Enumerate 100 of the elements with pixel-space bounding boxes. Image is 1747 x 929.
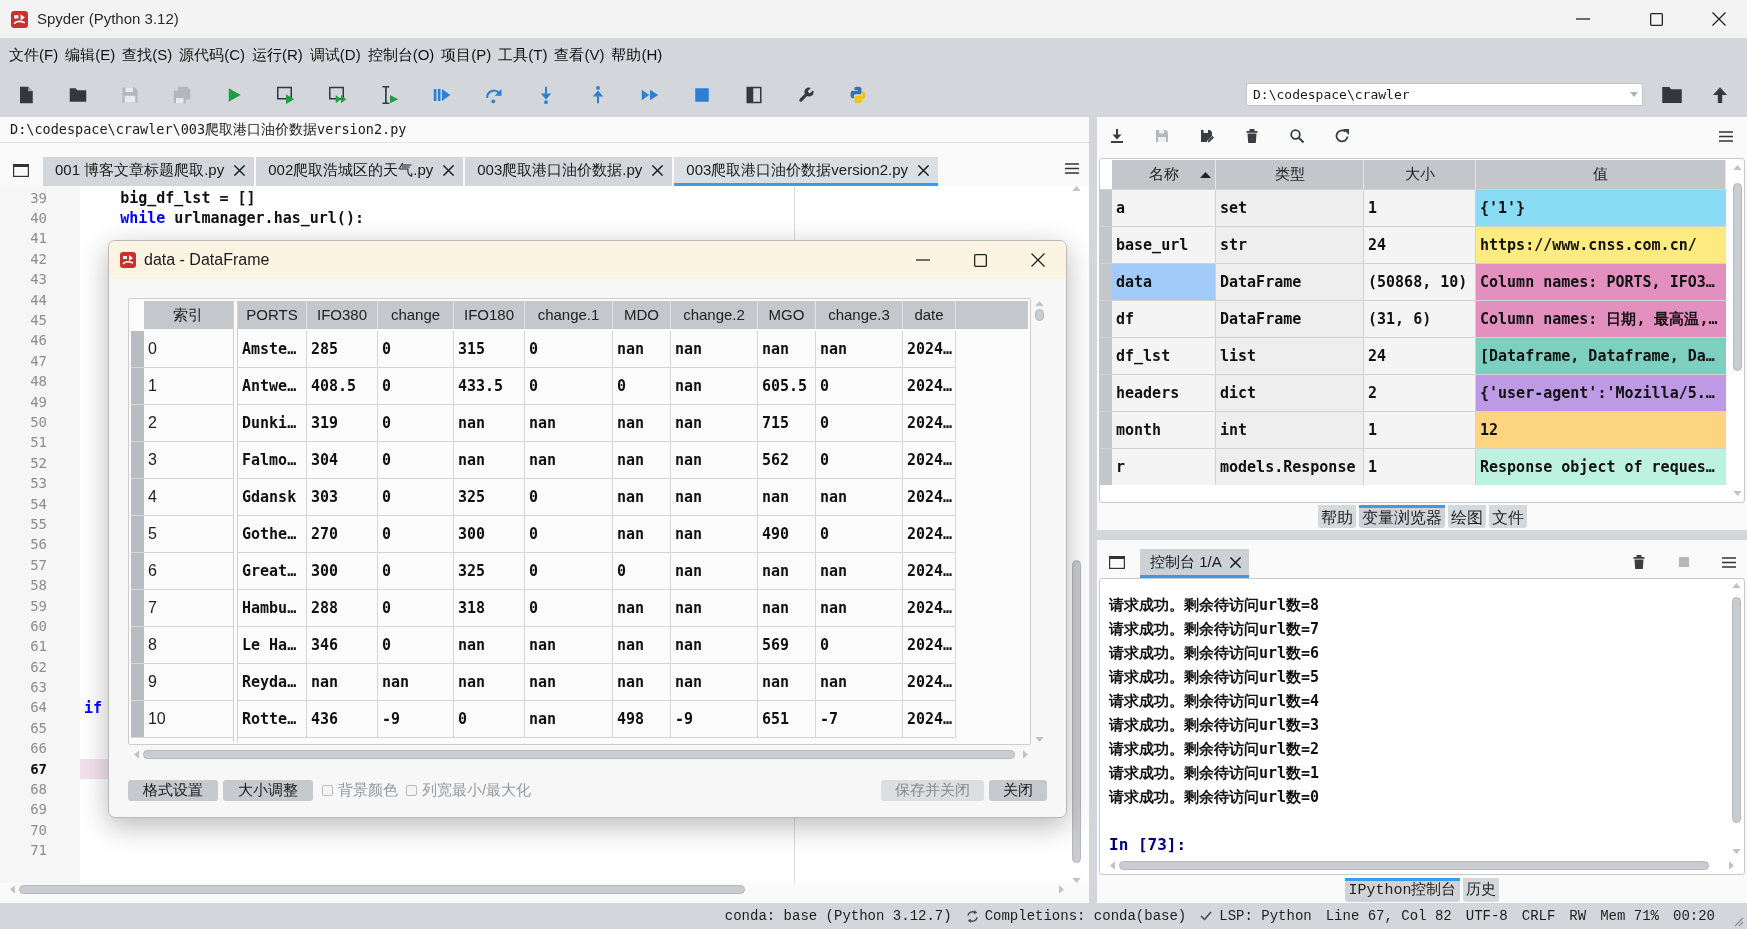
left-triangle-icon[interactable]	[134, 750, 139, 759]
panel-icon[interactable]	[745, 85, 763, 104]
down-triangle-icon[interactable]	[1072, 878, 1081, 883]
row-selector[interactable]	[1100, 301, 1112, 337]
column-header[interactable]: change.3	[816, 301, 903, 329]
scrollbar-thumb[interactable]	[1035, 309, 1044, 321]
menu-item[interactable]: 运行(R)	[252, 43, 303, 67]
pane-tab[interactable]: 历史	[1462, 878, 1499, 902]
scrollbar-thumb[interactable]	[1072, 560, 1081, 863]
scrollbar-thumb[interactable]	[1119, 860, 1709, 870]
dialog-button[interactable]: 大小调整	[223, 780, 313, 801]
minimize-icon[interactable]	[1576, 18, 1590, 20]
sort-arrow-icon[interactable]	[1200, 172, 1211, 178]
down-triangle-icon[interactable]	[1035, 737, 1044, 742]
row-selector[interactable]	[131, 701, 144, 738]
close-icon[interactable]	[652, 164, 664, 176]
menu-item[interactable]: 控制台(O)	[367, 43, 435, 67]
trash-icon[interactable]	[1245, 129, 1259, 143]
editor-tab[interactable]: 002爬取浩城区的天气.py	[256, 157, 464, 186]
folder-icon[interactable]	[69, 85, 87, 104]
column-header[interactable]: IFO180	[454, 301, 525, 329]
row-selector[interactable]	[131, 590, 144, 627]
menu-icon[interactable]	[1722, 556, 1736, 568]
up-triangle-icon[interactable]	[1072, 186, 1081, 191]
row-selector[interactable]	[1100, 227, 1112, 263]
menu-item[interactable]: 编辑(E)	[65, 43, 116, 67]
menu-item[interactable]: 工具(T)	[498, 43, 548, 67]
pane-tab[interactable]: 绘图	[1447, 505, 1486, 528]
close-icon[interactable]	[443, 164, 455, 176]
text-cursor-play-icon[interactable]	[381, 85, 399, 104]
framed-play-icon[interactable]	[277, 85, 295, 104]
editor-tab[interactable]: 003爬取港口油价数据.py	[465, 157, 673, 186]
framed-double-play-icon[interactable]	[329, 85, 347, 104]
refresh-icon[interactable]	[1335, 129, 1349, 143]
column-header[interactable]: change.2	[671, 301, 758, 329]
up-triangle-icon[interactable]	[1035, 301, 1044, 306]
up-triangle-icon[interactable]	[1731, 583, 1741, 588]
scrollbar-thumb[interactable]	[1732, 183, 1742, 371]
pane-tab[interactable]: 变量浏览器	[1358, 505, 1445, 528]
row-selector[interactable]	[131, 405, 144, 442]
down-triangle-icon[interactable]	[1731, 849, 1741, 854]
row-selector[interactable]	[1100, 338, 1112, 374]
left-triangle-icon[interactable]	[1110, 860, 1115, 870]
menu-icon[interactable]	[1719, 130, 1733, 142]
row-selector[interactable]	[131, 331, 144, 368]
column-header[interactable]: 名称	[1112, 160, 1216, 189]
row-selector[interactable]	[1100, 264, 1112, 300]
maximize-icon[interactable]	[1650, 12, 1663, 26]
pane-tab[interactable]: 文件	[1488, 505, 1527, 528]
column-header[interactable]: PORTS	[238, 301, 307, 329]
scrollbar-thumb[interactable]	[143, 750, 1015, 759]
working-directory-field[interactable]: D:\codespace\crawler	[1246, 83, 1643, 106]
menu-icon[interactable]	[1065, 163, 1079, 174]
caret-icon[interactable]	[1630, 92, 1638, 97]
close-icon[interactable]	[1031, 253, 1045, 267]
column-header[interactable]: 类型	[1216, 160, 1364, 189]
dialog-button[interactable]: 关闭	[989, 780, 1047, 801]
editor-tab[interactable]: 003爬取港口油价数据version2.py	[674, 157, 939, 186]
maximize-icon[interactable]	[974, 253, 987, 267]
close-icon[interactable]	[918, 164, 930, 176]
menu-item[interactable]: 项目(P)	[441, 43, 492, 67]
column-header[interactable]: MGO	[758, 301, 816, 329]
wrench-icon[interactable]	[797, 85, 815, 104]
up-arrow-icon[interactable]	[1713, 86, 1727, 103]
close-icon[interactable]	[1229, 556, 1241, 568]
menu-item[interactable]: 查找(S)	[122, 43, 173, 67]
left-triangle-icon[interactable]	[10, 885, 15, 894]
column-header[interactable]: date	[903, 301, 956, 329]
editor-tab[interactable]: 001 博客文章标题爬取.py	[43, 157, 255, 186]
column-header[interactable]: 值	[1476, 160, 1726, 189]
close-icon[interactable]	[234, 164, 246, 176]
column-header[interactable]: IFO380	[307, 301, 378, 329]
menu-item[interactable]: 源代码(C)	[179, 43, 245, 67]
row-selector[interactable]	[131, 627, 144, 664]
right-triangle-icon[interactable]	[1023, 750, 1028, 759]
stop-icon[interactable]	[693, 85, 711, 104]
download-icon[interactable]	[1110, 129, 1124, 143]
column-header[interactable]: 索引	[143, 301, 233, 329]
row-selector[interactable]	[131, 664, 144, 701]
folder-icon[interactable]	[1662, 86, 1682, 103]
window-icon[interactable]	[13, 164, 29, 177]
document-icon[interactable]	[17, 85, 35, 104]
snake-logo-icon[interactable]	[849, 85, 867, 104]
right-triangle-icon[interactable]	[1059, 885, 1064, 894]
console-tab[interactable]: 控制台 1/A	[1140, 549, 1249, 578]
column-header[interactable]: change	[378, 301, 454, 329]
pane-tab[interactable]: 帮助	[1317, 505, 1356, 528]
row-selector[interactable]	[131, 553, 144, 590]
dialog-button[interactable]: 格式设置	[128, 780, 218, 801]
menu-item[interactable]: 调试(D)	[309, 43, 361, 67]
scrollbar-thumb[interactable]	[1731, 597, 1741, 823]
menu-item[interactable]: 文件(F)	[9, 43, 59, 67]
up-triangle-icon[interactable]	[1732, 165, 1742, 170]
row-selector[interactable]	[1100, 190, 1112, 226]
column-header[interactable]: 大小	[1364, 160, 1476, 189]
row-selector[interactable]	[1100, 375, 1112, 411]
resize-grip-icon[interactable]	[1732, 915, 1744, 927]
menu-item[interactable]: 查看(V)	[554, 43, 605, 67]
window-icon[interactable]	[1109, 556, 1125, 569]
close-icon[interactable]	[1712, 12, 1726, 26]
